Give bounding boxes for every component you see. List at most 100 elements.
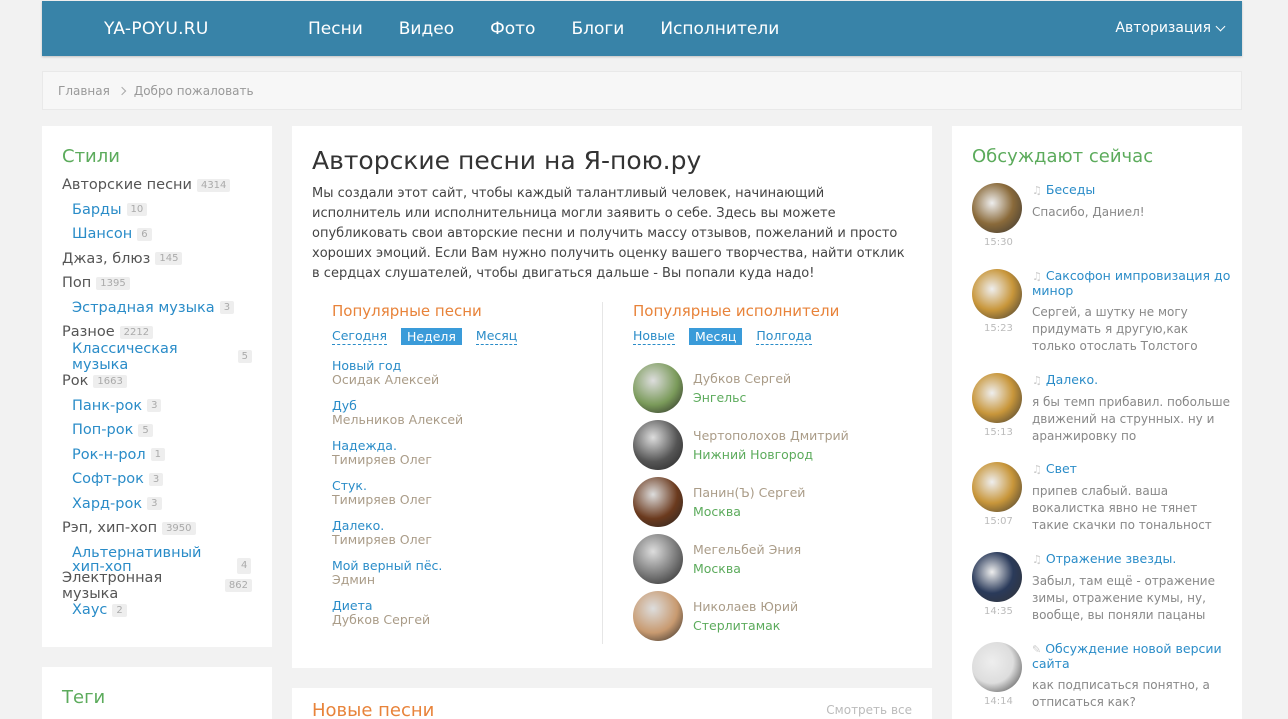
style-label: Поп xyxy=(62,275,92,292)
discussion-title-link[interactable]: ♫ Свет xyxy=(1032,462,1232,477)
style-item[interactable]: Рэп, хип-хоп 3950 xyxy=(62,516,252,541)
see-all-link[interactable]: Смотреть все xyxy=(826,703,912,717)
song-author[interactable]: Мельников Алексей xyxy=(332,413,602,427)
artist-name[interactable]: Николаев Юрий xyxy=(693,597,798,616)
style-item[interactable]: Панк-рок 3 xyxy=(62,394,252,419)
count-badge: 3 xyxy=(219,301,235,315)
auth-dropdown[interactable]: Авторизация xyxy=(1115,20,1226,36)
nav-photo[interactable]: Фото xyxy=(490,19,535,39)
style-label: Рок-н-рол xyxy=(72,446,146,463)
style-item[interactable]: Электронная музыка 862 xyxy=(62,570,252,602)
count-badge: 145 xyxy=(155,252,183,266)
tags-panel: Теги xyxy=(42,667,272,719)
count-badge: 6 xyxy=(137,227,152,241)
avatar[interactable] xyxy=(972,462,1022,512)
avatar[interactable] xyxy=(972,183,1022,233)
nav-video[interactable]: Видео xyxy=(399,19,454,39)
filter-tab[interactable]: Полгода xyxy=(756,328,812,345)
song-author[interactable]: Тимиряев Олег xyxy=(332,453,602,467)
discussion-title-link[interactable]: ✎ Обсуждение новой версии сайта xyxy=(1032,642,1232,671)
discussion-item: 14:35 ♫ Отражение звезды. Забыл, там ещё - … xyxy=(972,552,1232,624)
style-label: Шансон xyxy=(72,226,133,243)
style-item[interactable]: Рок-н-рол 1 xyxy=(62,443,252,468)
discussion-title-link[interactable]: ♫ Отражение звезды. xyxy=(1032,552,1232,567)
new-songs-title: Новые песни xyxy=(312,700,435,719)
style-item[interactable]: Поп-рок 5 xyxy=(62,418,252,443)
style-item[interactable]: Поп 1395 xyxy=(62,271,252,296)
song-author[interactable]: Дубков Сергей xyxy=(332,613,602,627)
song-item: Новый год Осидак Алексей xyxy=(332,359,602,399)
avatar[interactable] xyxy=(972,642,1022,692)
popular-artists-title: Популярные исполнители xyxy=(633,302,840,320)
avatar[interactable] xyxy=(633,590,683,641)
filter-tab[interactable]: Неделя xyxy=(400,328,462,345)
avatar[interactable] xyxy=(633,533,683,584)
artist-info: Мегельбей Эния Москва xyxy=(693,540,801,578)
style-item[interactable]: Барды 10 xyxy=(62,198,252,223)
style-item[interactable]: Эстрадная музыка 3 xyxy=(62,296,252,321)
music-note-icon: ♫ xyxy=(1032,374,1042,387)
popular-artists-list: Дубков Сергей Энгельс Чертополохов Дмитрий… xyxy=(633,359,902,644)
nav-blogs[interactable]: Блоги xyxy=(571,19,624,39)
style-label: Электронная музыка xyxy=(62,569,163,602)
nav-songs[interactable]: Песни xyxy=(308,19,363,39)
artist-city: Энгельс xyxy=(693,389,747,405)
site-logo[interactable]: YA-POYU.RU xyxy=(104,19,209,39)
artist-name[interactable]: Панин(Ъ) Сергей xyxy=(693,483,805,502)
song-author[interactable]: Эдмин xyxy=(332,573,602,587)
avatar[interactable] xyxy=(972,373,1022,423)
discussion-time: 15:07 xyxy=(984,516,1013,527)
breadcrumb-current: Добро пожаловать xyxy=(133,83,254,98)
style-label: Рэп, хип-хоп xyxy=(62,520,158,537)
style-item[interactable]: Классическая музыка 5 xyxy=(62,341,252,373)
artist-item: Николаев Юрий Стерлитамак xyxy=(633,587,902,644)
avatar[interactable] xyxy=(633,419,683,470)
filter-tab[interactable]: Новые xyxy=(633,328,675,345)
avatar[interactable] xyxy=(972,269,1022,319)
count-badge: 3 xyxy=(147,399,162,413)
artist-item: Чертополохов Дмитрий Нижний Новгород xyxy=(633,416,902,473)
song-title-link[interactable]: Надежда. xyxy=(332,439,602,453)
music-note-icon: ♫ xyxy=(1032,553,1042,566)
discussion-title-link[interactable]: ♫ Далеко. xyxy=(1032,373,1232,388)
song-author[interactable]: Осидак Алексей xyxy=(332,373,602,387)
style-item[interactable]: Джаз, блюз 145 xyxy=(62,247,252,272)
count-badge: 1 xyxy=(150,448,166,462)
song-title-link[interactable]: Мой верный пёс. xyxy=(332,559,602,573)
avatar[interactable] xyxy=(633,476,683,527)
filter-tab[interactable]: Месяц xyxy=(475,328,518,345)
artist-name[interactable]: Дубков Сергей xyxy=(693,369,791,388)
artist-city: Стерлитамак xyxy=(693,617,781,633)
filter-tab[interactable]: Месяц xyxy=(688,328,743,345)
style-label: Джаз, блюз xyxy=(62,250,151,267)
artist-name[interactable]: Чертополохов Дмитрий xyxy=(693,426,849,445)
discussion-time: 14:35 xyxy=(984,606,1013,617)
discussion-time: 15:13 xyxy=(984,427,1013,438)
style-item[interactable]: Хард-рок 3 xyxy=(62,492,252,517)
breadcrumb-home[interactable]: Главная xyxy=(58,84,110,98)
song-title-link[interactable]: Стук. xyxy=(332,479,602,493)
top-navbar: YA-POYU.RU Песни Видео Фото Блоги Исполн… xyxy=(42,1,1242,56)
artist-city: Москва xyxy=(693,560,741,576)
song-author[interactable]: Тимиряев Олег xyxy=(332,493,602,507)
song-title-link[interactable]: Диета xyxy=(332,599,602,613)
filter-tab[interactable]: Сегодня xyxy=(332,328,387,345)
avatar[interactable] xyxy=(972,552,1022,602)
song-title-link[interactable]: Новый год xyxy=(332,359,602,373)
style-item[interactable]: Шансон 6 xyxy=(62,222,252,247)
song-author[interactable]: Тимиряев Олег xyxy=(332,533,602,547)
style-item[interactable]: Альтернативный хип-хоп 4 xyxy=(62,541,252,574)
song-title-link[interactable]: Далеко. xyxy=(332,519,602,533)
avatar[interactable] xyxy=(633,362,683,413)
style-item[interactable]: Авторские песни 4314 xyxy=(62,173,252,198)
discussion-title-link[interactable]: ♫ Беседы xyxy=(1032,183,1145,198)
song-title-link[interactable]: Дуб xyxy=(332,399,602,413)
nav-artists[interactable]: Исполнители xyxy=(660,19,779,39)
artist-name[interactable]: Мегельбей Эния xyxy=(693,540,801,559)
discussion-title-link[interactable]: ♫ Саксофон импровизация до минор xyxy=(1032,269,1232,298)
discussion-text: припев слабый. ваша вокалистка явно не т… xyxy=(1032,484,1212,532)
auth-label: Авторизация xyxy=(1115,20,1211,36)
count-badge: 1395 xyxy=(96,276,130,290)
discussion-item: 15:13 ♫ Далеко. я бы темп прибавил. побольш… xyxy=(972,373,1232,445)
style-item[interactable]: Софт-рок 3 xyxy=(62,467,252,492)
